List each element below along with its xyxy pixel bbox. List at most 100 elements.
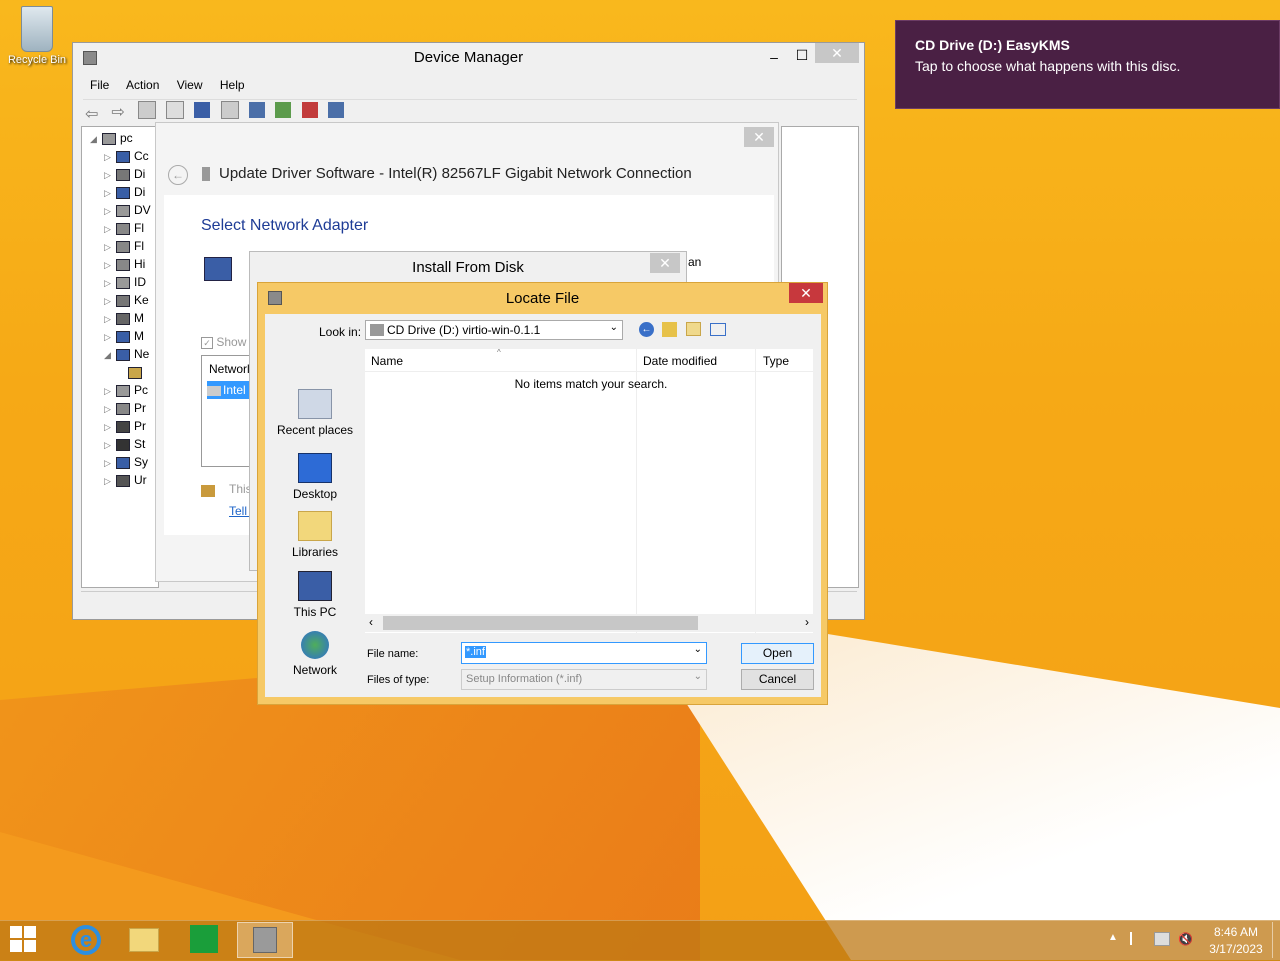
look-in-dropdown[interactable]: CD Drive (D:) virtio-win-0.1.1 ⌄	[365, 320, 623, 340]
expand-icon[interactable]: ▷	[104, 310, 114, 328]
expand-icon[interactable]: ▷	[104, 184, 114, 202]
files-of-type-select[interactable]: Setup Information (*.inf) ⌄	[461, 669, 707, 690]
forward-icon[interactable]: ⇨	[111, 102, 127, 121]
menu-view[interactable]: View	[177, 78, 203, 92]
file-list[interactable]: Name ^ Date modified Type No items match…	[365, 348, 813, 633]
expand-icon[interactable]: ▷	[104, 166, 114, 184]
start-button[interactable]	[10, 926, 38, 954]
expand-icon[interactable]: ▷	[104, 220, 114, 238]
scroll-right-icon[interactable]: ›	[805, 615, 809, 629]
tree-item[interactable]: ▷ Ur	[104, 471, 158, 489]
up-folder-icon[interactable]	[662, 322, 677, 337]
internet-explorer-icon: e	[71, 925, 101, 955]
place-network[interactable]: Network	[267, 631, 363, 677]
expand-icon[interactable]: ▷	[104, 454, 114, 472]
taskbar-internet-explorer[interactable]: e	[60, 922, 112, 958]
place-desktop[interactable]: Desktop	[267, 453, 363, 501]
tree-item[interactable]	[104, 363, 158, 381]
wizard-back-icon[interactable]: ←	[168, 165, 188, 185]
device-tree[interactable]: ◢ pc ▷ Cc ▷ Di ▷ Di ▷ DV ▷ Fl ▷ Fl ▷ Hi ▷ ID ▷ Ke ▷ M ▷ M ◢ Ne ▷ P…	[81, 126, 159, 588]
open-button[interactable]: Open	[741, 643, 814, 664]
expand-icon[interactable]: ▷	[104, 256, 114, 274]
place-recent[interactable]: Recent places	[267, 389, 363, 437]
tree-item[interactable]: ▷ Di	[104, 165, 158, 183]
properties-icon[interactable]	[166, 101, 185, 119]
expand-icon[interactable]: ▷	[104, 292, 114, 310]
show-desktop-button[interactable]	[1272, 922, 1279, 958]
place-libraries[interactable]: Libraries	[267, 511, 363, 559]
expand-icon[interactable]: ▷	[104, 418, 114, 436]
uninstall-icon[interactable]	[301, 102, 318, 118]
tree-item[interactable]: ▷ Di	[104, 183, 158, 201]
file-name-input[interactable]: *.inf ⌄	[461, 642, 707, 664]
taskbar-file-explorer[interactable]	[118, 922, 170, 958]
device-category-icon	[128, 366, 142, 379]
tree-item[interactable]: ▷ M	[104, 309, 158, 327]
menu-help[interactable]: Help	[220, 78, 245, 92]
help-icon[interactable]	[194, 102, 211, 118]
tree-item[interactable]: ▷ ID	[104, 273, 158, 291]
tree-root[interactable]: ◢ pc	[90, 129, 158, 147]
view-menu-icon[interactable]	[710, 323, 726, 336]
go-back-icon[interactable]: ←	[639, 322, 654, 337]
tree-item[interactable]: ▷ Sy	[104, 453, 158, 471]
taskbar-device-manager[interactable]	[237, 922, 293, 958]
expand-icon[interactable]: ▷	[104, 382, 114, 400]
locate-file-window[interactable]: Locate File ✕ Look in: CD Drive (D:) vir…	[257, 282, 828, 705]
new-folder-icon[interactable]	[686, 322, 701, 336]
tree-item[interactable]: ▷ Hi	[104, 255, 158, 273]
cancel-button[interactable]: Cancel	[741, 669, 814, 690]
column-type[interactable]: Type	[763, 354, 789, 368]
tree-item[interactable]: ▷ Ke	[104, 291, 158, 309]
update-driver-icon[interactable]	[275, 102, 292, 118]
scan-icon[interactable]	[249, 102, 266, 118]
tree-item[interactable]: ▷ St	[104, 435, 158, 453]
scan-hardware-icon[interactable]	[328, 102, 345, 118]
tree-item[interactable]: ▷ Fl	[104, 219, 158, 237]
locate-file-close[interactable]: ✕	[789, 283, 823, 303]
view-icon[interactable]	[220, 101, 239, 119]
maximize-button[interactable]: ☐	[791, 45, 813, 65]
volume-muted-icon[interactable]: 🔇	[1178, 932, 1193, 946]
column-date-modified[interactable]: Date modified	[643, 354, 717, 368]
back-icon[interactable]: ⇦	[85, 104, 101, 123]
tree-item[interactable]: ▷ DV	[104, 201, 158, 219]
expand-icon[interactable]: ▷	[104, 202, 114, 220]
tree-item[interactable]: ▷ Cc	[104, 147, 158, 165]
expand-icon[interactable]: ▷	[104, 238, 114, 256]
expand-icon[interactable]: ▷	[104, 400, 114, 418]
network-disconnected-icon[interactable]	[1154, 932, 1170, 946]
tree-item[interactable]: ▷ Fl	[104, 237, 158, 255]
close-button[interactable]: ✕	[815, 43, 859, 63]
chevron-down-icon[interactable]: ⌄	[694, 644, 702, 655]
show-hide-icon[interactable]	[137, 101, 156, 119]
place-this-pc[interactable]: This PC	[267, 571, 363, 619]
minimize-button[interactable]: –	[763, 47, 785, 67]
expand-icon[interactable]: ▷	[104, 148, 114, 166]
tree-item[interactable]: ▷ M	[104, 327, 158, 345]
show-hidden-icons[interactable]: ▲	[1108, 932, 1118, 943]
expand-icon[interactable]: ▷	[104, 472, 114, 490]
tree-item[interactable]: ▷ Pr	[104, 399, 158, 417]
menu-file[interactable]: File	[90, 78, 109, 92]
collapse-icon[interactable]: ◢	[104, 346, 114, 364]
tree-item[interactable]: ▷ Pc	[104, 381, 158, 399]
clock[interactable]: 8:46 AM 3/17/2023	[1204, 925, 1268, 956]
tree-item[interactable]: ◢ Ne	[104, 345, 158, 363]
action-center-flag-icon[interactable]	[1130, 932, 1144, 945]
show-compatible-checkbox[interactable]: ✓ Show	[201, 335, 246, 349]
expand-icon[interactable]: ▷	[104, 328, 114, 346]
scroll-left-icon[interactable]: ‹	[369, 615, 373, 629]
recycle-bin-shortcut[interactable]: Recycle Bin	[6, 6, 68, 66]
scrollbar-thumb[interactable]	[383, 616, 698, 630]
taskbar-store[interactable]	[178, 922, 230, 958]
autoplay-notification[interactable]: CD Drive (D:) EasyKMS Tap to choose what…	[895, 20, 1280, 109]
install-from-disk-close[interactable]: ✕	[650, 253, 680, 273]
expand-icon[interactable]: ▷	[104, 436, 114, 454]
menu-action[interactable]: Action	[126, 78, 159, 92]
expand-icon[interactable]: ▷	[104, 274, 114, 292]
wizard-close-button[interactable]: ✕	[744, 127, 774, 147]
horizontal-scrollbar[interactable]: ‹ ›	[365, 614, 813, 632]
column-name[interactable]: Name	[371, 354, 403, 368]
tree-item[interactable]: ▷ Pr	[104, 417, 158, 435]
